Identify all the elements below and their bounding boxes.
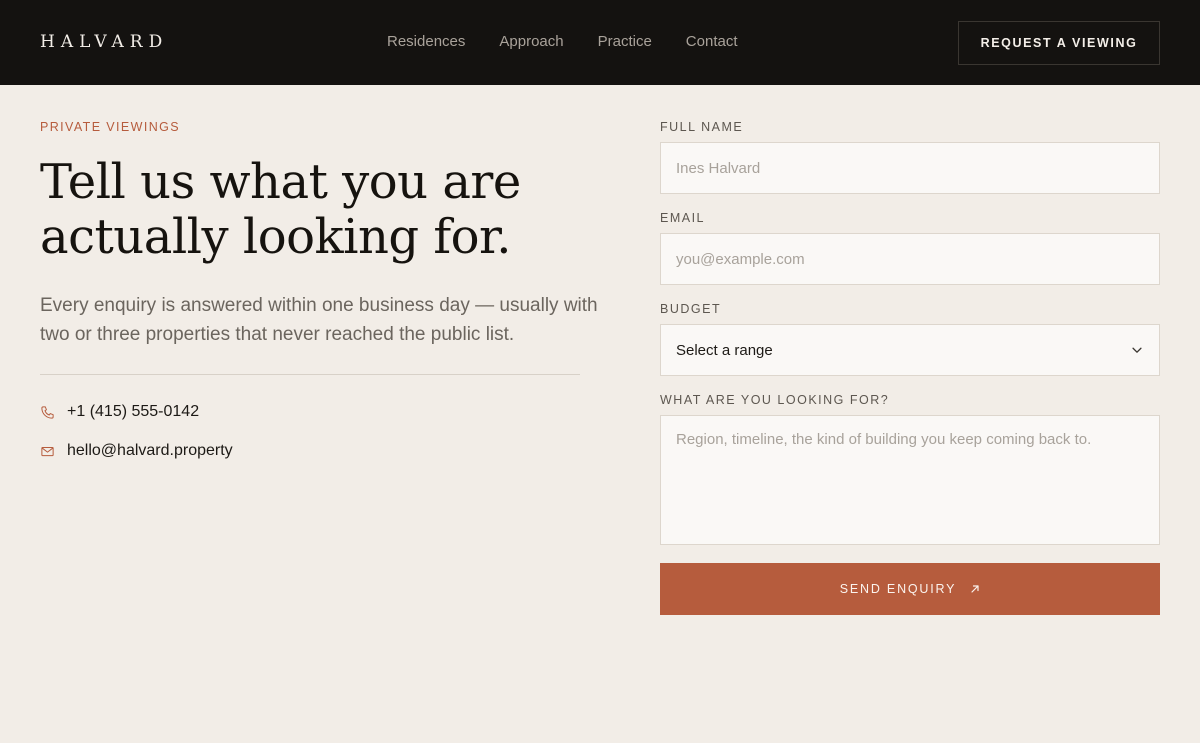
request-viewing-button[interactable]: REQUEST A VIEWING bbox=[958, 21, 1160, 65]
headline-line-2: actually looking for. bbox=[40, 209, 511, 265]
chevron-down-icon bbox=[1130, 343, 1144, 357]
divider bbox=[40, 374, 580, 375]
headline-line-1: Tell us what you are bbox=[40, 154, 521, 210]
nav-practice[interactable]: Practice bbox=[598, 32, 652, 52]
looking-for-label: WHAT ARE YOU LOOKING FOR? bbox=[660, 393, 890, 407]
contact-phone[interactable]: +1 (415) 555-0142 bbox=[40, 402, 199, 422]
site-header: HALVARD Residences Approach Practice Con… bbox=[0, 0, 1200, 85]
main-nav: Residences Approach Practice Contact bbox=[387, 32, 738, 52]
budget-label: BUDGET bbox=[660, 302, 722, 316]
looking-for-textarea[interactable] bbox=[660, 415, 1160, 545]
intro-paragraph: Every enquiry is answered within one bus… bbox=[40, 295, 598, 345]
phone-number: +1 (415) 555-0142 bbox=[67, 403, 200, 420]
budget-select[interactable]: Select a range bbox=[660, 324, 1160, 376]
full-name-label: FULL NAME bbox=[660, 120, 744, 134]
send-enquiry-label: SEND ENQUIRY bbox=[839, 582, 957, 596]
page-title: Tell us what you are actually looking fo… bbox=[40, 155, 600, 265]
email-address: hello@halvard.property bbox=[67, 442, 233, 459]
nav-residences[interactable]: Residences bbox=[387, 32, 465, 52]
arrow-up-right-icon bbox=[970, 584, 980, 594]
budget-selected-value: Select a range bbox=[676, 341, 773, 359]
nav-contact[interactable]: Contact bbox=[686, 32, 738, 52]
logo[interactable]: HALVARD bbox=[40, 31, 168, 53]
phone-icon bbox=[40, 405, 55, 420]
mail-icon bbox=[40, 444, 55, 459]
nav-approach[interactable]: Approach bbox=[499, 32, 563, 52]
email-input[interactable] bbox=[660, 233, 1160, 285]
full-name-input[interactable] bbox=[660, 142, 1160, 194]
email-label: EMAIL bbox=[660, 211, 706, 225]
section-eyebrow: PRIVATE VIEWINGS bbox=[40, 120, 181, 134]
contact-email[interactable]: hello@halvard.property bbox=[40, 441, 233, 461]
send-enquiry-button[interactable]: SEND ENQUIRY bbox=[660, 563, 1160, 615]
